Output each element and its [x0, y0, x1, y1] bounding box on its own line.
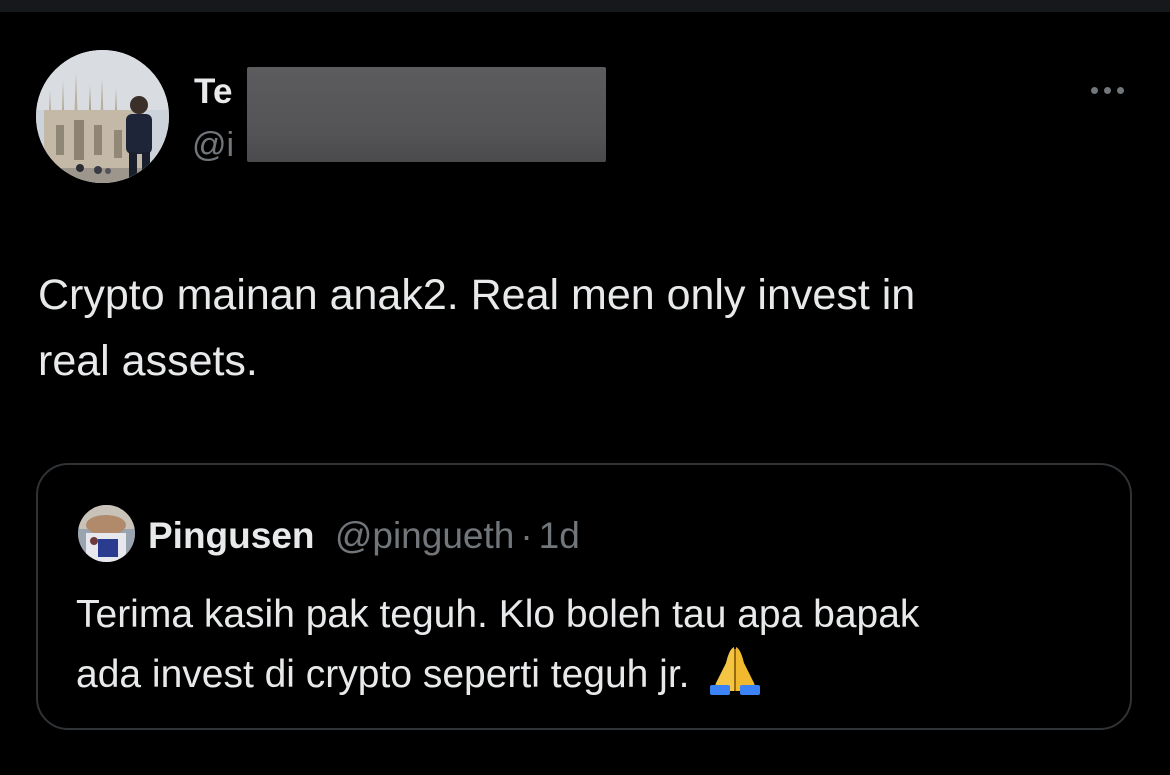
quoted-text-line: ada invest di crypto seperti teguh jr.	[76, 653, 690, 696]
redaction-box	[247, 67, 606, 162]
profile-photo-icon	[36, 50, 169, 183]
quoted-author-avatar[interactable]	[78, 505, 135, 562]
quoted-text-line-with-emoji: ada invest di crypto seperti teguh jr.	[76, 645, 1096, 713]
quoted-tweet-header: Pingusen @pingueth · 1d	[148, 515, 580, 557]
author-display-name[interactable]: Te	[194, 72, 233, 112]
more-dot-icon	[1116, 86, 1124, 94]
quoted-text-line: Terima kasih pak teguh. Klo boleh tau ap…	[76, 593, 920, 636]
author-handle[interactable]: @i	[192, 126, 234, 165]
more-dot-icon	[1090, 86, 1098, 94]
quoted-author-name[interactable]: Pingusen	[148, 515, 315, 556]
header-separator: ·	[520, 515, 533, 556]
folded-hands-emoji-icon	[706, 645, 764, 713]
profile-photo-icon	[78, 505, 135, 562]
author-avatar[interactable]	[36, 50, 169, 183]
tweet-text-line: Crypto mainan anak2. Real men only inves…	[38, 271, 916, 319]
quoted-tweet-card[interactable]: Pingusen @pingueth · 1d Terima kasih pak t…	[36, 463, 1132, 730]
more-dot-icon	[1103, 86, 1111, 94]
quoted-tweet-time[interactable]: 1d	[539, 515, 580, 556]
top-bar	[0, 0, 1170, 12]
quoted-author-handle[interactable]: @pingueth	[335, 515, 515, 556]
tweet-text-line: real assets.	[38, 337, 258, 385]
more-options-button[interactable]	[1082, 78, 1132, 102]
quoted-tweet-text: Terima kasih pak teguh. Klo boleh tau ap…	[76, 585, 1096, 713]
tweet-text: Crypto mainan anak2. Real men only inves…	[38, 262, 1128, 394]
